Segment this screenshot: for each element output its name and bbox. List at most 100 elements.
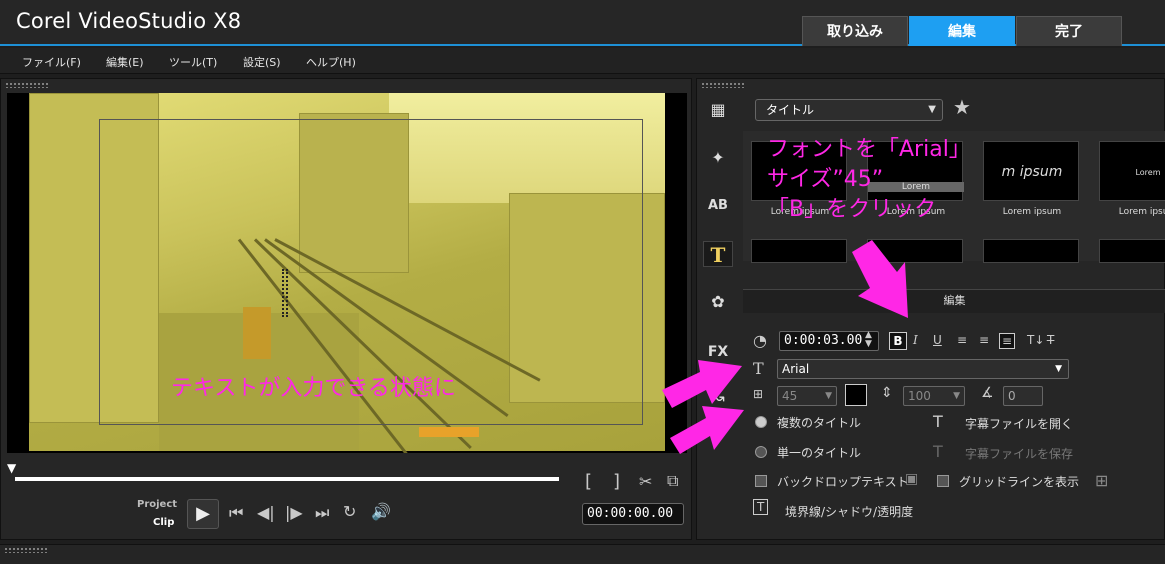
title-icon[interactable]: T: [703, 241, 733, 267]
border-shadow-label[interactable]: 境界線/シャドウ/透明度: [785, 503, 913, 520]
text-direction-icon[interactable]: T̶: [1047, 333, 1054, 347]
title-bar: Corel VideoStudio X8 取り込み 編集 完了: [0, 0, 1165, 46]
transition-icon[interactable]: AB: [703, 193, 733, 219]
align-center-icon[interactable]: ≡: [979, 333, 989, 347]
chevron-down-icon: ▼: [953, 391, 960, 401]
scissors-icon[interactable]: ✂: [639, 472, 652, 491]
panel-grip[interactable]: [701, 82, 745, 88]
tab-share[interactable]: 完了: [1016, 16, 1122, 46]
thumbnail-image: [1099, 239, 1165, 263]
mark-in-button[interactable]: [: [585, 471, 592, 492]
add-favorite-icon[interactable]: ★: [953, 95, 971, 119]
path-icon[interactable]: ↝: [703, 385, 733, 411]
duration-field[interactable]: 0:00:03.00: [779, 331, 879, 351]
backdrop-settings-icon[interactable]: ▣: [905, 471, 918, 487]
menu-help[interactable]: ヘルプ(H): [306, 54, 356, 70]
library-panel: ▦ ✦ AB T ✿ FX ↝ タイトル ▼ ★ Lorem ipsum Lor…: [696, 78, 1165, 540]
thumbnail-text: Lorem: [1135, 168, 1161, 177]
media-icon[interactable]: ▦: [703, 97, 733, 123]
chevron-down-icon: ▼: [1055, 364, 1062, 374]
line-spacing-value: 100: [908, 389, 931, 403]
tab-capture[interactable]: 取り込み: [802, 16, 908, 46]
angle-field[interactable]: 0: [1003, 386, 1043, 406]
category-dropdown[interactable]: タイトル ▼: [755, 99, 943, 121]
single-title-label: 単一のタイトル: [777, 446, 862, 460]
clip-mode-label[interactable]: Clip: [153, 517, 174, 528]
title-thumbnail[interactable]: m ipsum Lorem ipsum: [977, 131, 1087, 217]
home-icon[interactable]: ⏮: [229, 503, 243, 523]
volume-icon[interactable]: 🔊: [371, 502, 391, 521]
title-thumbnail[interactable]: [861, 229, 971, 263]
enlarge-icon[interactable]: ⧉: [667, 471, 678, 491]
font-select[interactable]: Arial ▼: [777, 359, 1069, 379]
save-subtitle-label: 字幕ファイルを保存: [965, 447, 1074, 461]
clock-icon: ◔: [753, 331, 767, 350]
underline-button[interactable]: U: [933, 333, 942, 347]
thumbnail-image: [867, 239, 963, 263]
bold-button[interactable]: B: [889, 332, 907, 350]
line-spacing-select[interactable]: 100 ▼: [903, 386, 965, 406]
multi-title-radio[interactable]: [755, 416, 767, 428]
chevron-down-icon: ▼: [928, 104, 936, 115]
show-gridlines-checkbox[interactable]: [937, 475, 949, 487]
thumbnail-caption: Lorem ipsum: [1002, 207, 1062, 217]
preview-marker: [419, 427, 479, 437]
project-mode-label[interactable]: Project: [137, 499, 177, 510]
duration-stepper[interactable]: ▲ ▼: [865, 331, 872, 349]
category-value: タイトル: [766, 103, 815, 117]
timecode-display[interactable]: 00:00:00.00: [582, 503, 684, 525]
preview-window[interactable]: テキストが入力できる状態に: [7, 93, 687, 453]
graphics-icon[interactable]: ✿: [703, 289, 733, 315]
font-color-swatch[interactable]: [845, 384, 867, 406]
tab-edit[interactable]: 編集: [909, 16, 1015, 46]
menu-edit[interactable]: 編集(E): [106, 54, 144, 70]
title-thumbnail[interactable]: [977, 229, 1087, 263]
thumbnail-caption: Lorem ipsum: [1118, 207, 1165, 217]
title-thumbnail[interactable]: [745, 229, 855, 263]
end-icon[interactable]: ⏭: [315, 503, 329, 523]
show-gridlines-label: グリッドラインを表示: [959, 475, 1080, 489]
filter-fx-icon[interactable]: FX: [703, 339, 733, 365]
font-size-icon: ⊞: [753, 387, 764, 401]
player-panel: テキストが入力できる状態に ▼ [ ] ✂ ⧉ Project Clip ▶ ⏮…: [0, 78, 692, 540]
title-thumbnail[interactable]: Lorem Lorem ipsum: [1093, 131, 1165, 217]
menu-settings[interactable]: 設定(S): [243, 54, 281, 70]
panel-grip[interactable]: [4, 547, 48, 553]
grid-settings-icon[interactable]: ⊞: [1095, 471, 1108, 490]
backdrop-text-checkbox[interactable]: [755, 475, 767, 487]
align-left-icon[interactable]: ≡: [957, 333, 967, 347]
mark-out-button[interactable]: ]: [613, 471, 620, 492]
subtitle-open-icon[interactable]: T: [933, 412, 943, 431]
title-thumbnail[interactable]: [1093, 229, 1165, 263]
menu-file[interactable]: ファイル(F): [22, 54, 81, 70]
scrubber-handle[interactable]: ▼: [7, 461, 21, 475]
repeat-icon[interactable]: ↻: [343, 502, 356, 521]
vertical-text-icon[interactable]: T↓: [1027, 333, 1044, 347]
open-subtitle-label[interactable]: 字幕ファイルを開く: [965, 415, 1073, 432]
play-button[interactable]: ▶: [187, 499, 219, 529]
backdrop-text-label: バックドロップテキスト: [777, 475, 909, 489]
menu-bar: ファイル(F) 編集(E) ツール(T) 設定(S) ヘルプ(H): [0, 48, 1165, 74]
instant-project-icon[interactable]: ✦: [703, 145, 733, 171]
next-frame-icon[interactable]: |▶: [285, 503, 303, 522]
text-cursor[interactable]: [282, 269, 288, 317]
chevron-down-icon: ▼: [825, 391, 832, 401]
menu-tools[interactable]: ツール(T): [169, 54, 217, 70]
annotation-font-instructions: フォントを「Arial」 サイズ”45” 「B」をクリック: [767, 135, 971, 225]
single-title-radio[interactable]: [755, 446, 767, 458]
scrubber-track[interactable]: [15, 477, 559, 481]
font-icon: T: [753, 359, 764, 378]
annotation-line: 「B」をクリック: [767, 197, 937, 222]
font-size-select[interactable]: 45 ▼: [777, 386, 837, 406]
previous-frame-icon[interactable]: ◀|: [257, 503, 275, 522]
annotation-line: フォントを「Arial」: [767, 137, 971, 162]
line-spacing-icon: ⇕: [881, 385, 893, 401]
app-title: Corel VideoStudio X8: [16, 9, 242, 33]
align-right-icon[interactable]: ≡: [999, 333, 1016, 349]
tab-edit-options[interactable]: 編集: [743, 289, 1165, 313]
panel-grip[interactable]: [5, 82, 49, 88]
italic-button[interactable]: I: [913, 333, 918, 347]
thumbnail-image: m ipsum: [983, 141, 1079, 201]
border-shadow-icon[interactable]: T: [753, 499, 769, 515]
thumbnail-image: Lorem: [1099, 141, 1165, 201]
